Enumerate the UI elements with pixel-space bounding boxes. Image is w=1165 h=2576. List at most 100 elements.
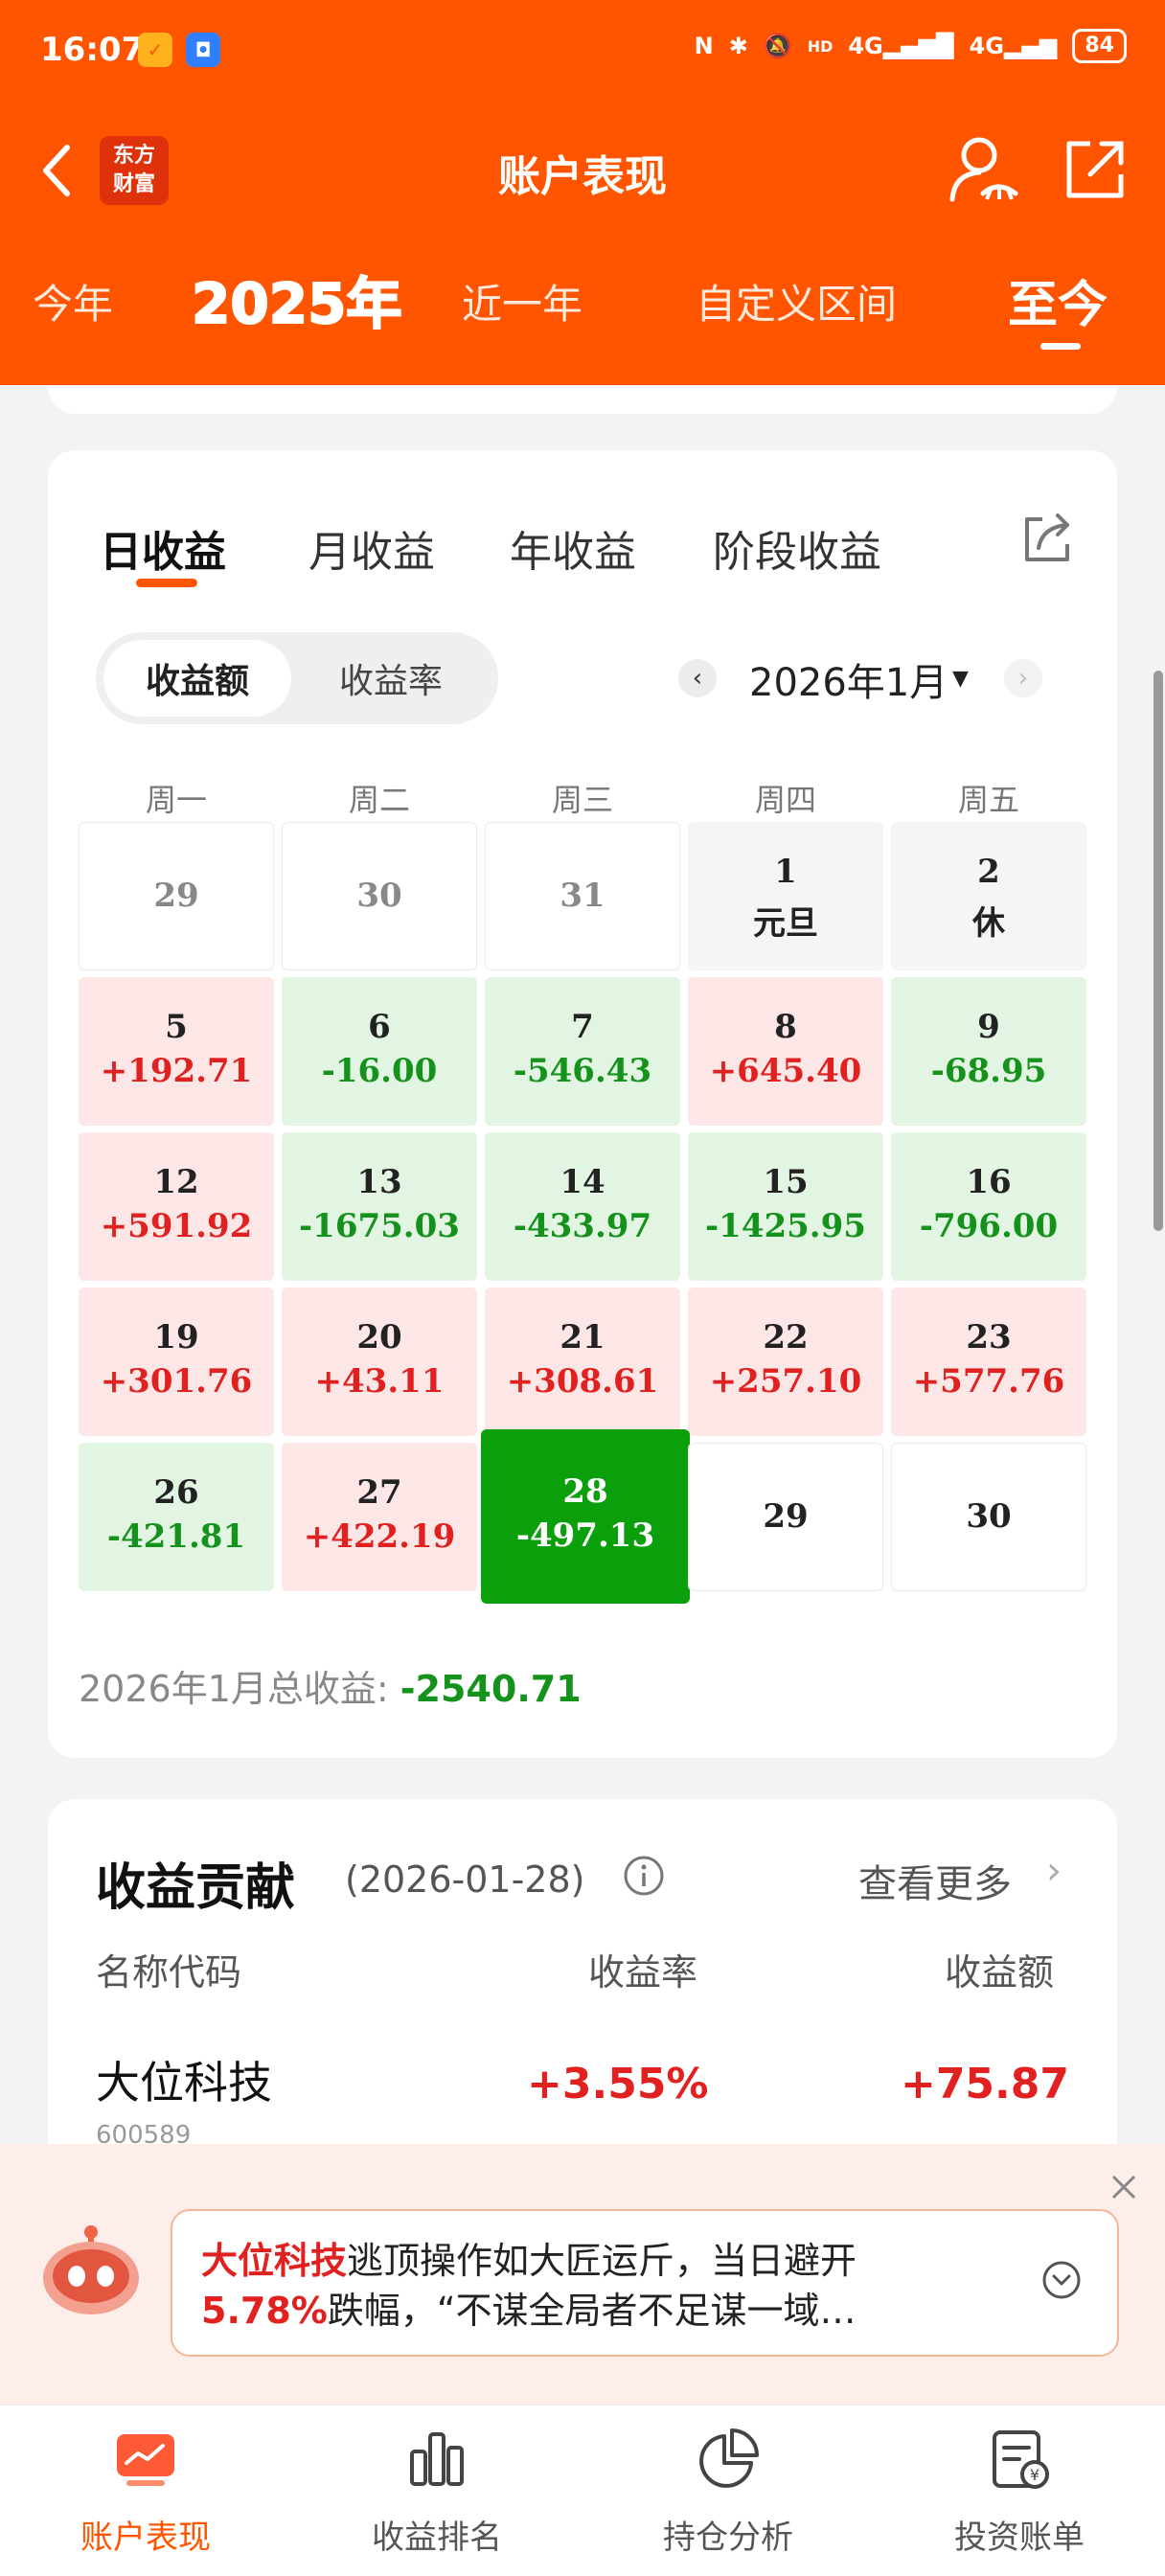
toggle-amount[interactable]: 收益额 [103, 640, 291, 717]
nav-bar: 东方 财富 账户表现 [0, 125, 1165, 220]
header-bar: 16:07 ✓ ◘ N ✱ 🔕 HD 4G▂▄▆█ 4G▂▄▆ 84 东方 财富… [0, 0, 1165, 385]
column-rate: 收益率 [588, 1951, 698, 1994]
nfc-icon: N [694, 33, 714, 59]
calendar-day-cell[interactable]: 29 [79, 822, 274, 970]
calendar-day-number: 14 [560, 1162, 605, 1201]
calendar-day-cell[interactable]: 22 +257.10 [688, 1288, 883, 1436]
calendar-day-number: 15 [763, 1162, 809, 1201]
calendar-day-cell[interactable]: 20 +43.11 [282, 1288, 477, 1436]
ai-tip-pct: 5.78% [201, 2290, 328, 2332]
chevron-right-icon[interactable]: › [1046, 1849, 1062, 1893]
previous-card-edge [48, 385, 1117, 414]
period-tabs: 今年 2025年 近一年 自定义区间 至今 [0, 259, 1165, 364]
calendar-day-cell[interactable]: 19 +301.76 [79, 1288, 274, 1436]
period-custom-range[interactable]: 自定义区间 [696, 272, 897, 331]
month-selector[interactable]: 2026年1月 [749, 651, 948, 707]
calendar-day-cell[interactable]: 6 -16.00 [282, 977, 477, 1126]
weekday-tue: 周二 [348, 782, 410, 818]
calendar-day-cell[interactable]: 5 +192.71 [79, 977, 274, 1126]
calendar-day-value: +257.10 [709, 1361, 862, 1401]
calendar-day-cell[interactable]: 13 -1675.03 [282, 1132, 477, 1281]
calendar-day-cell[interactable]: 1 元旦 [688, 822, 883, 970]
daily-earnings-card: 日收益 月收益 年收益 阶段收益 收益额 收益率 ‹ 2026年1月 ▼ › 周… [48, 450, 1117, 1758]
tab-monthly[interactable]: 月收益 [308, 517, 435, 579]
nav-earnings-ranking[interactable]: 收益排名 [291, 2405, 582, 2576]
nav-label: 投资账单 [954, 2519, 1085, 2557]
calendar-day-cell[interactable]: 16 -796.00 [891, 1132, 1086, 1281]
calendar-day-number: 19 [153, 1317, 199, 1356]
calendar-day-value: -497.13 [515, 1516, 655, 1555]
calendar-day-number: 6 [368, 1007, 391, 1046]
period-2025[interactable]: 2025年 [191, 259, 402, 339]
mute-bell-icon: 🔕 [763, 33, 792, 59]
next-month-button[interactable]: › [1004, 659, 1042, 697]
calendar-day-number: 13 [356, 1162, 402, 1201]
column-amount: 收益额 [945, 1951, 1055, 1994]
close-icon[interactable] [1109, 2173, 1138, 2201]
calendar-day-cell[interactable]: 29 [688, 1443, 883, 1591]
amount-rate-toggle: 收益额 收益率 [96, 632, 498, 724]
notification-shield-icon: ◘ [186, 33, 220, 67]
prev-month-button[interactable]: ‹ [678, 659, 717, 697]
see-more-link[interactable]: 查看更多 [858, 1853, 1012, 1908]
calendar-day-number: 27 [356, 1472, 402, 1512]
calendar-day-number: 16 [966, 1162, 1012, 1201]
calendar-day-cell[interactable]: 14 -433.97 [485, 1132, 680, 1281]
calendar-day-number: 29 [153, 876, 199, 915]
calendar-day-cell[interactable]: 28 -497.13 [481, 1429, 690, 1604]
stock-amount: +75.87 [900, 2060, 1069, 2109]
period-to-date[interactable]: 至今 [1008, 264, 1108, 336]
calendar-day-number: 5 [165, 1007, 188, 1046]
calendar-day-cell[interactable]: 15 -1425.95 [688, 1132, 883, 1281]
toggle-rate[interactable]: 收益率 [295, 640, 487, 717]
share-icon[interactable] [1062, 136, 1129, 203]
svg-text:¥: ¥ [1030, 2466, 1039, 2484]
ai-tip-banner: 大位科技逃顶操作如大匠运斤，当日避开 5.78%跌幅，“不谋全局者不足谋一域… [0, 2144, 1165, 2405]
calendar-day-value: +301.76 [100, 1361, 253, 1401]
nav-account-performance[interactable]: 账户表现 [0, 2405, 291, 2576]
calendar-day-number: 7 [571, 1007, 594, 1046]
user-eye-icon[interactable] [945, 130, 1021, 207]
status-bar: 16:07 ✓ ◘ N ✱ 🔕 HD 4G▂▄▆█ 4G▂▄▆ 84 [0, 0, 1165, 105]
calendar-day-value: +43.11 [314, 1361, 445, 1401]
calendar-day-cell[interactable]: 7 -546.43 [485, 977, 680, 1126]
column-name-code: 名称代码 [96, 1951, 242, 1994]
period-last-year[interactable]: 近一年 [462, 272, 582, 331]
scrollbar[interactable] [1154, 671, 1163, 1231]
calendar-day-cell[interactable]: 30 [891, 1443, 1086, 1591]
tab-daily[interactable]: 日收益 [100, 517, 226, 579]
pie-chart-icon [699, 2428, 759, 2488]
month-total-value: -2540.71 [400, 1668, 582, 1710]
tab-stage[interactable]: 阶段收益 [713, 517, 881, 579]
nav-label: 账户表现 [80, 2519, 211, 2557]
calendar-day-cell[interactable]: 8 +645.40 [688, 977, 883, 1126]
calendar-day-cell[interactable]: 21 +308.61 [485, 1288, 680, 1436]
nav-investment-bill[interactable]: ¥ 投资账单 [874, 2405, 1165, 2576]
calendar-day-cell[interactable]: 30 [282, 822, 477, 970]
calendar-day-value: -421.81 [106, 1516, 246, 1556]
caret-down-icon[interactable]: ▼ [952, 667, 969, 691]
calendar-day-cell[interactable]: 23 +577.76 [891, 1288, 1086, 1436]
calendar-day-cell[interactable]: 12 +591.92 [79, 1132, 274, 1281]
share-icon[interactable] [1019, 510, 1077, 567]
ai-tip-bubble[interactable]: 大位科技逃顶操作如大匠运斤，当日避开 5.78%跌幅，“不谋全局者不足谋一域… [171, 2209, 1119, 2357]
calendar-day-cell[interactable]: 31 [485, 822, 680, 970]
robot-assistant-icon[interactable] [38, 2223, 144, 2318]
nav-holdings-analysis[interactable]: 持仓分析 [582, 2405, 874, 2576]
calendar-day-cell[interactable]: 27 +422.19 [282, 1443, 477, 1591]
weekday-wed: 周三 [551, 782, 613, 818]
chevron-down-circle-icon[interactable] [1040, 2259, 1083, 2301]
calendar-day-cell[interactable]: 9 -68.95 [891, 977, 1086, 1126]
calendar-day-number: 22 [763, 1317, 809, 1356]
period-this-year[interactable]: 今年 [33, 272, 113, 331]
calendar-day-cell[interactable]: 2休 [891, 822, 1086, 970]
calendar-day-number: 20 [356, 1317, 402, 1356]
status-time: 16:07 [40, 31, 145, 69]
tab-yearly[interactable]: 年收益 [510, 517, 636, 579]
calendar-day-value: -546.43 [513, 1051, 652, 1090]
ai-tip-text-1: 逃顶操作如大匠运斤，当日避开 [347, 2240, 857, 2282]
contribution-card: 收益贡献 (2026-01-28) 查看更多 › 名称代码 收益率 收益额 大位… [48, 1799, 1117, 2201]
calendar-day-value: +645.40 [709, 1051, 862, 1090]
info-icon[interactable] [623, 1855, 665, 1897]
calendar-day-cell[interactable]: 26 -421.81 [79, 1443, 274, 1591]
